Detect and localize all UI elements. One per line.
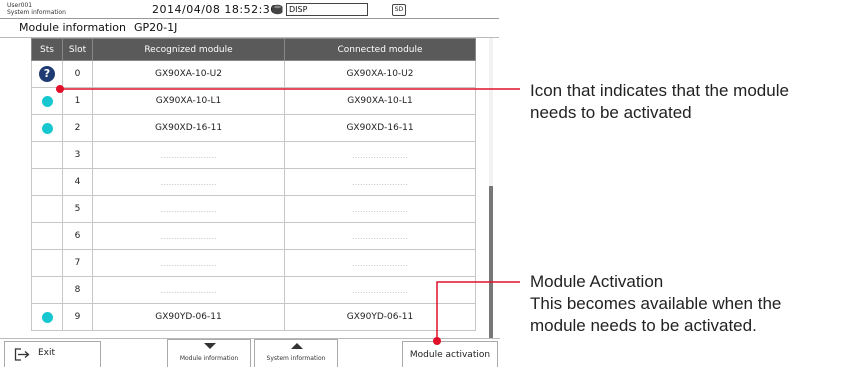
activation-callout-line-3: module needs to be activated. (530, 316, 757, 335)
status-cell (31, 249, 63, 277)
connected-module-cell: GX90XD-16-11 (284, 114, 476, 142)
connected-module-cell: ………………… (284, 222, 476, 250)
chevron-up-icon (291, 343, 303, 349)
activation-callout-line-1: Module Activation (530, 272, 664, 291)
screen-name-label: System information (7, 9, 66, 16)
status-cell (31, 114, 63, 142)
recognized-module-cell: ………………… (92, 249, 285, 277)
connected-module-cell: ………………… (284, 276, 476, 304)
slot-cell: 6 (62, 222, 93, 250)
slot-cell: 1 (62, 87, 93, 115)
icon-callout-text: Icon that indicates that the module need… (530, 80, 789, 124)
table-body: ? 0 GX90XA-10-U2 GX90XA-10-U2 1 GX90XA-10-L1 G… (31, 60, 476, 331)
header-slot: Slot (62, 38, 93, 61)
table-row[interactable]: 7…………………………………… (31, 249, 476, 277)
table-row[interactable]: 6…………………………………… (31, 222, 476, 250)
status-cell (31, 276, 63, 304)
header-recognized-module: Recognized module (92, 38, 285, 61)
activation-callout-line-2: This becomes available when the (530, 294, 782, 313)
disk-icon (272, 4, 283, 15)
slot-cell: 8 (62, 276, 93, 304)
table-row[interactable]: ? 0 GX90XA-10-U2 GX90XA-10-U2 (31, 60, 476, 88)
sd-card-icon: SD (392, 4, 406, 16)
question-circle-icon: ? (39, 66, 55, 82)
table-row[interactable]: 2 GX90XD-16-11 GX90XD-16-11 (31, 114, 476, 142)
icon-callout-line-1: Icon that indicates that the module (530, 81, 789, 100)
recognized-module-cell: ………………… (92, 276, 285, 304)
status-cell (31, 141, 63, 169)
status-cell (31, 168, 63, 196)
connected-module-cell: GX90XA-10-U2 (284, 60, 476, 88)
exit-label: Exit (38, 348, 56, 358)
model-name: GP20-1J (133, 21, 178, 34)
status-ok-icon (41, 311, 53, 323)
connected-module-cell: ………………… (284, 195, 476, 223)
connected-module-cell: ………………… (284, 168, 476, 196)
recognized-module-cell: GX90XA-10-U2 (92, 60, 285, 88)
chevron-down-icon (204, 343, 216, 349)
status-ok-icon (41, 122, 53, 134)
table-row[interactable]: 9 GX90YD-06-11 GX90YD-06-11 (31, 303, 476, 331)
device-screen: User001 System information 2014/04/08 18… (0, 0, 501, 367)
user-label: User001 (7, 2, 33, 9)
table-row[interactable]: 1 GX90XA-10-L1 GX90XA-10-L1 (31, 87, 476, 115)
table-row[interactable]: 3…………………………………… (31, 141, 476, 169)
status-cell (31, 195, 63, 223)
slot-cell: 0 (62, 60, 93, 88)
recognized-module-cell: GX90YD-06-11 (92, 303, 285, 331)
module-information-button[interactable]: Module information (167, 339, 251, 367)
slot-cell: 3 (62, 141, 93, 169)
module-information-label: Module information (179, 355, 239, 362)
status-ok-icon (41, 95, 53, 107)
module-activation-label: Module activation (409, 350, 491, 360)
module-activation-button[interactable]: Module activation (402, 341, 498, 367)
connected-module-cell: GX90YD-06-11 (284, 303, 476, 331)
connected-module-cell: ………………… (284, 249, 476, 277)
system-information-button[interactable]: System information (254, 339, 338, 367)
table-row[interactable]: 8…………………………………… (31, 276, 476, 304)
icon-callout-line-2: needs to be activated (530, 103, 692, 122)
module-table: Sts Slot Recognized module Connected mod… (31, 38, 476, 331)
slot-cell: 2 (62, 114, 93, 142)
connected-module-cell: ………………… (284, 141, 476, 169)
slot-cell: 5 (62, 195, 93, 223)
status-cell (31, 303, 63, 331)
recognized-module-cell: ………………… (92, 195, 285, 223)
slot-cell: 7 (62, 249, 93, 277)
slot-cell: 9 (62, 303, 93, 331)
connected-module-cell: GX90XA-10-L1 (284, 87, 476, 115)
status-cell: ? (31, 60, 63, 88)
exit-button[interactable]: Exit (4, 341, 101, 367)
activation-callout-text: Module Activation This becomes available… (530, 271, 781, 337)
recognized-module-cell: ………………… (92, 168, 285, 196)
status-divider (0, 18, 499, 19)
exit-icon (14, 348, 30, 361)
table-row[interactable]: 5…………………………………… (31, 195, 476, 223)
system-information-label: System information (266, 355, 326, 362)
scrollbar-thumb[interactable] (489, 186, 493, 338)
recognized-module-cell: ………………… (92, 141, 285, 169)
recognized-module-cell: GX90XD-16-11 (92, 114, 285, 142)
status-cell (31, 87, 63, 115)
header-sts: Sts (31, 38, 63, 61)
table-row[interactable]: 4…………………………………… (31, 168, 476, 196)
page-title: Module information GP20-1J (19, 21, 177, 35)
header-connected-module: Connected module (284, 38, 476, 61)
slot-cell: 4 (62, 168, 93, 196)
table-header-row: Sts Slot Recognized module Connected mod… (31, 38, 476, 61)
recognized-module-cell: GX90XA-10-L1 (92, 87, 285, 115)
recognized-module-cell: ………………… (92, 222, 285, 250)
date-time: 2014/04/08 18:52:36 (152, 3, 278, 16)
page-title-text: Module information (19, 21, 126, 34)
status-cell (31, 222, 63, 250)
display-mode-box[interactable]: DISP (286, 3, 368, 16)
